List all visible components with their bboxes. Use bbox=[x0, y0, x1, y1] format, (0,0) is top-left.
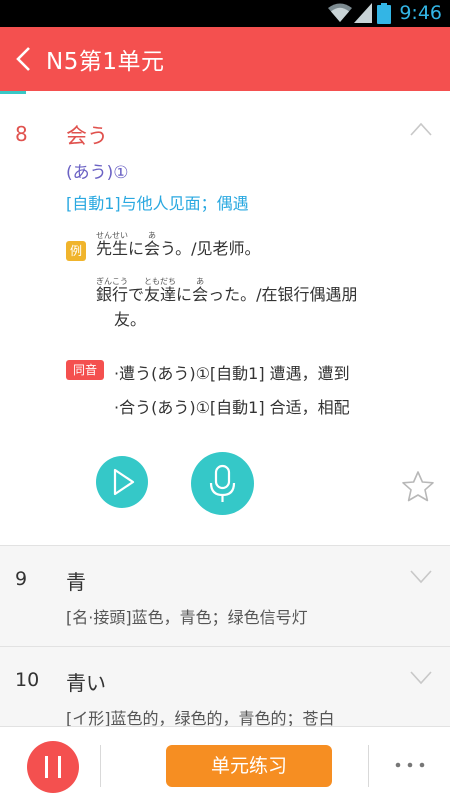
word-headword: 青い bbox=[66, 671, 106, 695]
segment-text: った。/在银行偶遇朋 bbox=[208, 285, 358, 304]
example-segment: あ会 bbox=[192, 277, 208, 306]
example-sentence-2: ぎんこう 銀行で ともだち 友達にあ会った。/在银行偶遇朋 bbox=[96, 277, 357, 306]
segment-text: に bbox=[176, 285, 193, 304]
furigana: あ bbox=[196, 277, 205, 286]
record-button[interactable] bbox=[191, 452, 254, 515]
word-meaning: [自動1]与他人见面；偶遇 bbox=[66, 194, 249, 213]
microphone-icon bbox=[209, 464, 236, 502]
example-segment: に bbox=[176, 284, 192, 306]
status-bar: 9:46 bbox=[0, 0, 450, 27]
word-headword: 会う bbox=[66, 124, 108, 148]
furigana: せんせい bbox=[96, 231, 128, 240]
segment-text: で bbox=[128, 285, 145, 304]
signal-icon bbox=[354, 3, 372, 23]
chevron-up-icon[interactable] bbox=[410, 122, 432, 136]
example-segment: で bbox=[128, 284, 144, 306]
wifi-icon bbox=[328, 3, 352, 22]
bottom-bar: 单元练习 bbox=[0, 726, 450, 800]
pause-icon bbox=[45, 756, 61, 778]
example-sentence-1: せんせい 先生にあ会う。/见老师。 bbox=[96, 231, 260, 260]
homophone-item: ·遭う(あう)①[自動1] 遭遇，遭到 bbox=[114, 364, 350, 383]
divider bbox=[368, 745, 369, 787]
word-headword: 青 bbox=[66, 570, 86, 594]
homophone-badge: 同音 bbox=[66, 360, 104, 380]
chevron-down-icon[interactable] bbox=[410, 570, 432, 584]
unit-practice-button[interactable]: 单元练习 bbox=[166, 745, 332, 787]
homophone-item: ·合う(あう)①[自動1] 合适，相配 bbox=[114, 398, 350, 417]
example-sentence-2-continuation: 友。 bbox=[114, 310, 147, 329]
word-meaning: [名·接頭]蓝色，青色；绿色信号灯 bbox=[66, 608, 308, 627]
list-item[interactable]: 10 青い [イ形]蓝色的，绿色的，青色的；苍白 bbox=[0, 646, 450, 726]
play-audio-button[interactable] bbox=[96, 456, 148, 508]
page-title: N5第1单元 bbox=[46, 49, 165, 75]
furigana: ともだち bbox=[144, 277, 177, 286]
divider bbox=[100, 745, 101, 787]
furigana: あ bbox=[148, 231, 157, 240]
word-reading: (あう)① bbox=[66, 163, 129, 183]
more-icon[interactable] bbox=[392, 753, 428, 777]
segment-text: う。/见老师。 bbox=[160, 239, 261, 258]
example-segment: う。/见老师。 bbox=[160, 238, 260, 260]
example-badge: 例 bbox=[66, 241, 86, 261]
word-card-expanded: 8 会う (あう)① [自動1]与他人见面；偶遇 例 せんせい 先生にあ会う。/见… bbox=[0, 94, 450, 545]
word-number: 10 bbox=[15, 669, 40, 691]
star-icon[interactable] bbox=[401, 470, 435, 504]
word-meaning: [イ形]蓝色的，绿色的，青色的；苍白 bbox=[66, 709, 335, 726]
example-segment: に bbox=[128, 238, 144, 260]
chevron-down-icon[interactable] bbox=[410, 671, 432, 685]
play-icon bbox=[113, 468, 135, 496]
example-segment: せんせい 先生 bbox=[96, 231, 128, 260]
example-segment: ぎんこう 銀行 bbox=[96, 277, 128, 306]
back-arrow-icon[interactable] bbox=[14, 45, 34, 73]
word-number: 8 bbox=[15, 122, 28, 146]
example-segment: った。/在银行偶遇朋 bbox=[208, 284, 357, 306]
example-segment: あ会 bbox=[144, 231, 160, 260]
furigana: ぎんこう bbox=[96, 277, 128, 286]
example-segment: ともだち 友達 bbox=[144, 277, 176, 306]
app-bar: N5第1单元 bbox=[0, 27, 450, 91]
list-item[interactable]: 9 青 [名·接頭]蓝色，青色；绿色信号灯 bbox=[0, 545, 450, 646]
segment-text: に bbox=[128, 239, 145, 258]
clock: 9:46 bbox=[399, 2, 442, 24]
word-number: 9 bbox=[15, 568, 28, 590]
battery-icon bbox=[377, 3, 391, 24]
pause-button[interactable] bbox=[27, 741, 79, 793]
